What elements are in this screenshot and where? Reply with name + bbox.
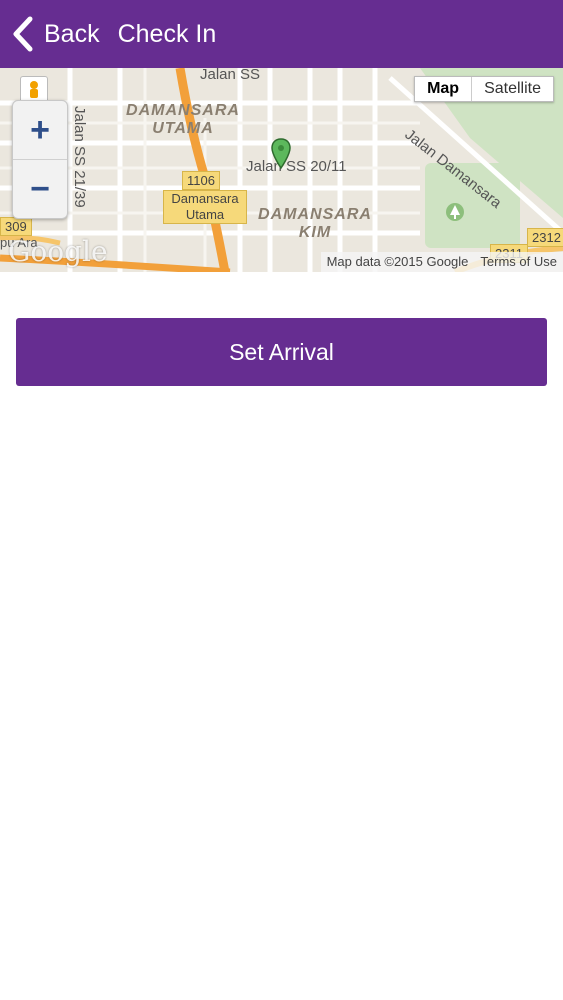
road-label: Jalan SS 20/11 [246,158,347,175]
zoom-control: + − [12,100,68,219]
route-shield: 309 [0,217,32,236]
back-label: Back [44,19,100,48]
area-label: DAMANSARA UTAMA [126,102,240,137]
route-shield: 1106 [182,171,220,190]
road-label: Jalan SS 21/39 [71,106,88,208]
google-logo: Google [8,235,108,268]
chevron-left-icon [12,16,34,52]
set-arrival-button[interactable]: Set Arrival [16,318,547,386]
back-button[interactable]: Back [0,0,108,68]
park-icon [445,202,465,227]
route-shield: Damansara Utama [163,190,247,224]
route-shield: 2312 [527,228,563,247]
map-view[interactable]: Jalan SS Jalan SS 21/39 DAMANSARA UTAMA … [0,68,563,272]
map-type-control: Map Satellite [414,76,554,102]
map-type-satellite-button[interactable]: Satellite [472,77,553,101]
zoom-in-button[interactable]: + [13,101,67,160]
page-title: Check In [117,19,217,48]
map-data-credit: Map data ©2015 Google [320,252,475,272]
top-app-bar: Back Check In [0,0,563,68]
road-label: Jalan SS [200,68,261,83]
terms-of-use-link[interactable]: Terms of Use [474,252,563,272]
location-marker-icon[interactable] [271,138,291,175]
area-label: DAMANSARA KIM [258,206,372,241]
zoom-out-button[interactable]: − [13,160,67,218]
map-type-map-button[interactable]: Map [415,77,473,101]
map-attribution: Map data ©2015 Google Terms of Use [320,252,563,272]
